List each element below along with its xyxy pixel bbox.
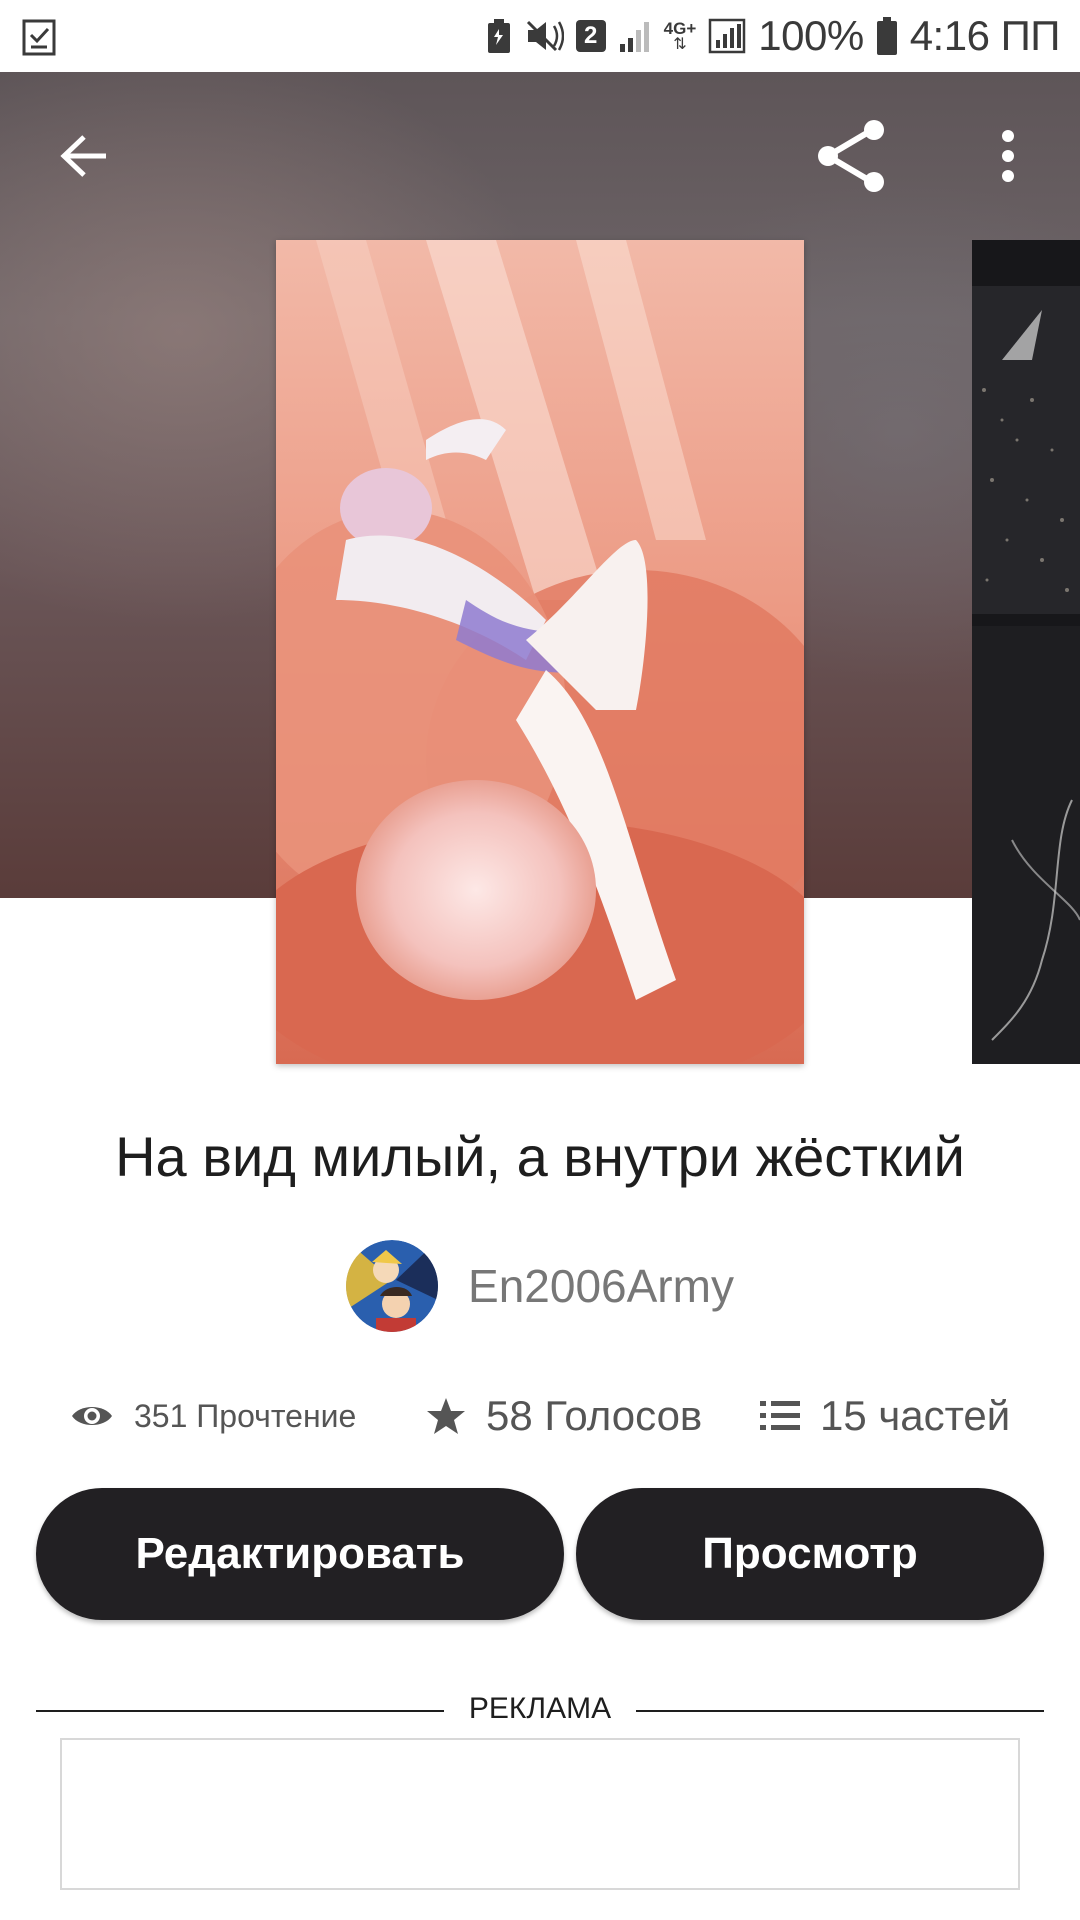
view-button[interactable]: Просмотр xyxy=(576,1488,1044,1620)
ad-container[interactable] xyxy=(60,1738,1020,1890)
vibrate-mute-icon xyxy=(524,17,564,55)
author-avatar[interactable] xyxy=(346,1240,439,1332)
arrow-left-icon xyxy=(60,135,106,177)
network-type-label: 4G+ xyxy=(663,18,697,38)
battery-icon xyxy=(876,17,898,55)
list-icon xyxy=(760,1401,800,1430)
ad-divider-left xyxy=(36,1710,444,1712)
task-check-icon xyxy=(22,18,56,56)
share-button[interactable] xyxy=(808,112,896,200)
status-icons: 2 4G+ ⇅ 100% 4:16 ПП xyxy=(486,0,1061,72)
parts-count: 15 частей xyxy=(820,1392,1011,1439)
author-row[interactable]: En2006Army xyxy=(0,1240,1080,1332)
more-vertical-icon xyxy=(1002,130,1014,182)
data-arrows-icon: ⇅ xyxy=(673,35,687,53)
star-icon xyxy=(427,1398,465,1434)
signal-icon xyxy=(618,17,652,55)
edit-button[interactable]: Редактировать xyxy=(36,1488,564,1620)
next-story-cover[interactable] xyxy=(972,240,1080,1064)
network-type-icon: 4G+ ⇅ xyxy=(664,17,697,55)
more-options-button[interactable] xyxy=(964,112,1052,200)
story-cover-image[interactable] xyxy=(276,240,804,1064)
eye-icon xyxy=(72,1407,112,1425)
parts-stat: 15 частей xyxy=(760,1380,1010,1452)
battery-saver-icon xyxy=(486,17,512,55)
status-bar: 2 4G+ ⇅ 100% 4:16 ПП xyxy=(0,0,1080,72)
sim-badge: 2 xyxy=(575,20,606,52)
story-stats: 351 Прочтение 58 Голосов 15 частей xyxy=(0,1380,1080,1452)
clock: 4:16 ПП xyxy=(909,12,1061,59)
votes-count: 58 Голосов xyxy=(486,1392,703,1439)
back-button[interactable] xyxy=(40,112,128,200)
battery-percent: 100% xyxy=(758,12,864,59)
votes-stat: 58 Голосов xyxy=(426,1380,702,1452)
ad-divider-right xyxy=(636,1710,1044,1712)
share-icon xyxy=(818,120,884,192)
reads-stat: 351 Прочтение xyxy=(70,1380,356,1452)
author-name[interactable]: En2006Army xyxy=(468,1259,734,1313)
reads-count: 351 Прочтение xyxy=(134,1397,357,1434)
ad-label: РЕКЛАМА xyxy=(468,1692,612,1725)
wifi-signal-icon xyxy=(708,17,746,55)
top-toolbar xyxy=(0,72,1080,240)
story-title: На вид милый, а внутри жёсткий xyxy=(115,1125,965,1188)
